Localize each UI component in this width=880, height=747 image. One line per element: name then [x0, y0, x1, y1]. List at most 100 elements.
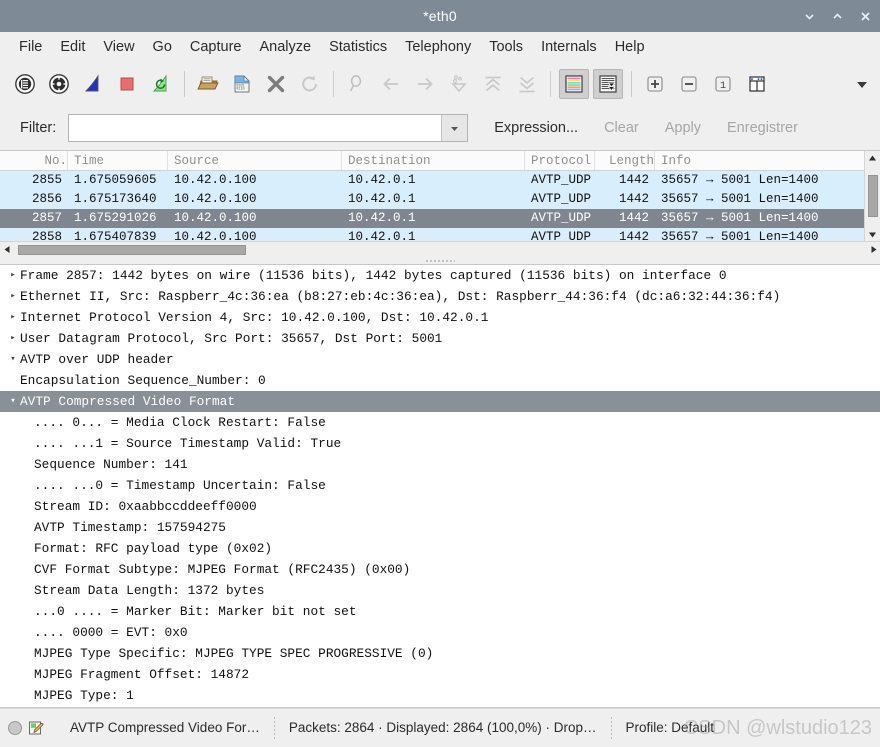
detail-row-sequence-number[interactable]: Sequence Number: 141	[0, 454, 880, 475]
find-packet-icon[interactable]	[342, 69, 372, 99]
table-row[interactable]: 2856 1.675173640 10.42.0.100 10.42.0.1 A…	[0, 190, 880, 209]
menu-capture[interactable]: Capture	[181, 36, 251, 58]
filter-expression-button[interactable]: Expression...	[494, 120, 578, 136]
detail-row-evt[interactable]: .... 0000 = EVT: 0x0	[0, 622, 880, 643]
reload-file-icon[interactable]	[295, 69, 325, 99]
menu-go[interactable]: Go	[144, 36, 181, 58]
column-header-destination[interactable]: Destination	[342, 151, 525, 170]
expert-info-icon[interactable]	[8, 720, 22, 735]
menu-edit[interactable]: Edit	[51, 36, 94, 58]
detail-row-source-timestamp-valid[interactable]: .... ...1 = Source Timestamp Valid: True	[0, 433, 880, 454]
menu-internals[interactable]: Internals	[532, 36, 606, 58]
detail-row-marker-bit[interactable]: ...0 .... = Marker Bit: Marker bit not s…	[0, 601, 880, 622]
chevron-right-icon[interactable]: ▸	[6, 307, 20, 328]
packet-list-pane[interactable]: No. Time Source Destination Protocol Len…	[0, 150, 880, 257]
chevron-right-icon[interactable]: ▸	[6, 328, 20, 349]
scroll-down-icon[interactable]	[865, 227, 880, 241]
detail-row-ipv4[interactable]: ▸ Internet Protocol Version 4, Src: 10.4…	[0, 307, 880, 328]
horizontal-scroll-track[interactable]	[14, 242, 866, 258]
go-to-last-icon[interactable]	[512, 69, 542, 99]
interfaces-icon[interactable]	[10, 69, 40, 99]
statusbar-profile[interactable]: Profile: Default	[626, 720, 715, 735]
menu-help[interactable]: Help	[606, 36, 654, 58]
column-header-protocol[interactable]: Protocol	[525, 151, 595, 170]
detail-row-udp[interactable]: ▸ User Datagram Protocol, Src Port: 3565…	[0, 328, 880, 349]
zoom-reset-icon[interactable]: 1	[708, 69, 738, 99]
close-icon[interactable]	[858, 9, 872, 23]
close-file-icon[interactable]	[261, 69, 291, 99]
restart-capture-icon[interactable]	[146, 69, 176, 99]
menu-view[interactable]: View	[94, 36, 143, 58]
filter-input[interactable]	[69, 115, 442, 141]
column-header-length[interactable]: Length	[595, 151, 655, 170]
cell-time: 1.675059605	[74, 173, 157, 187]
menu-telephony[interactable]: Telephony	[396, 36, 480, 58]
resize-columns-icon[interactable]	[742, 69, 772, 99]
minimize-icon[interactable]	[802, 9, 816, 23]
menu-file[interactable]: File	[10, 36, 51, 58]
capture-comment-icon[interactable]	[28, 720, 44, 736]
detail-row-avtp-compressed-video-format[interactable]: ▾ AVTP Compressed Video Format	[0, 391, 880, 412]
scroll-right-icon[interactable]	[866, 242, 880, 258]
go-to-first-icon[interactable]	[478, 69, 508, 99]
open-file-icon[interactable]	[193, 69, 223, 99]
column-header-time[interactable]: Time	[68, 151, 168, 170]
go-forward-icon[interactable]	[410, 69, 440, 99]
detail-row-format[interactable]: Format: RFC payload type (0x02)	[0, 538, 880, 559]
toolbar-overflow-button[interactable]	[854, 62, 870, 106]
detail-row-mjpeg-type-specific[interactable]: MJPEG Type Specific: MJPEG TYPE SPEC PRO…	[0, 643, 880, 664]
detail-row-cvf-format-subtype[interactable]: CVF Format Subtype: MJPEG Format (RFC243…	[0, 559, 880, 580]
zoom-out-icon[interactable]	[674, 69, 704, 99]
horizontal-scroll-thumb[interactable]	[18, 244, 246, 255]
packet-list-vertical-scrollbar[interactable]	[864, 151, 880, 241]
table-row[interactable]: 2855 1.675059605 10.42.0.100 10.42.0.1 A…	[0, 171, 880, 190]
scroll-left-icon[interactable]	[0, 242, 14, 258]
detail-row-avtp-timestamp[interactable]: AVTP Timestamp: 157594275	[0, 517, 880, 538]
column-header-no[interactable]: No.	[0, 151, 68, 170]
vertical-scroll-track[interactable]	[865, 165, 880, 227]
chevron-down-icon[interactable]: ▾	[6, 391, 20, 412]
menu-statistics[interactable]: Statistics	[320, 36, 396, 58]
chevron-right-icon[interactable]: ▸	[6, 286, 20, 307]
filter-history-dropdown[interactable]	[441, 115, 468, 141]
maximize-icon[interactable]	[830, 9, 844, 23]
detail-row-timestamp-uncertain[interactable]: .... ...0 = Timestamp Uncertain: False	[0, 475, 880, 496]
go-to-packet-icon[interactable]	[444, 69, 474, 99]
colorize-icon[interactable]	[559, 69, 589, 99]
chevron-right-icon[interactable]: ▸	[6, 265, 20, 286]
column-header-source[interactable]: Source	[168, 151, 342, 170]
menu-analyze[interactable]: Analyze	[250, 36, 320, 58]
packet-list-horizontal-scrollbar[interactable]	[0, 241, 880, 257]
detail-text: Stream ID: 0xaabbccddeeff0000	[34, 499, 257, 514]
auto-scroll-icon[interactable]	[593, 69, 623, 99]
statusbar-divider	[610, 716, 612, 739]
detail-row-ethernet[interactable]: ▸ Ethernet II, Src: Raspberr_4c:36:ea (b…	[0, 286, 880, 307]
filter-input-wrapper[interactable]	[68, 114, 469, 142]
stop-capture-icon[interactable]	[112, 69, 142, 99]
start-capture-icon[interactable]	[78, 69, 108, 99]
detail-row-avtp-over-udp-header[interactable]: ▾ AVTP over UDP header	[0, 349, 880, 370]
detail-row-mjpeg-fragment-offset[interactable]: MJPEG Fragment Offset: 14872	[0, 664, 880, 685]
pane-splitter[interactable]	[0, 257, 880, 264]
vertical-scroll-thumb[interactable]	[867, 175, 878, 217]
column-header-info[interactable]: Info	[655, 151, 880, 170]
save-file-icon[interactable]: 0101 0110	[227, 69, 257, 99]
scroll-up-icon[interactable]	[865, 151, 880, 165]
detail-row-stream-id[interactable]: Stream ID: 0xaabbccddeeff0000	[0, 496, 880, 517]
filter-save-button[interactable]: Enregistrer	[727, 120, 798, 136]
menu-tools[interactable]: Tools	[480, 36, 532, 58]
filter-clear-button[interactable]: Clear	[604, 120, 639, 136]
detail-row-mjpeg-type[interactable]: MJPEG Type: 1	[0, 685, 880, 706]
zoom-in-icon[interactable]	[640, 69, 670, 99]
packet-details-pane[interactable]: ▸ Frame 2857: 1442 bytes on wire (11536 …	[0, 264, 880, 708]
detail-row-encapsulation-sequence-number[interactable]: Encapsulation Sequence_Number: 0	[0, 370, 880, 391]
cell-length: 1442	[618, 192, 649, 206]
detail-row-media-clock-restart[interactable]: .... 0... = Media Clock Restart: False	[0, 412, 880, 433]
capture-options-icon[interactable]	[44, 69, 74, 99]
go-back-icon[interactable]	[376, 69, 406, 99]
detail-row-stream-data-length[interactable]: Stream Data Length: 1372 bytes	[0, 580, 880, 601]
table-row-selected[interactable]: 2857 1.675291026 10.42.0.100 10.42.0.1 A…	[0, 209, 880, 228]
detail-row-frame[interactable]: ▸ Frame 2857: 1442 bytes on wire (11536 …	[0, 265, 880, 286]
chevron-down-icon[interactable]: ▾	[6, 349, 20, 370]
filter-apply-button[interactable]: Apply	[665, 120, 701, 136]
